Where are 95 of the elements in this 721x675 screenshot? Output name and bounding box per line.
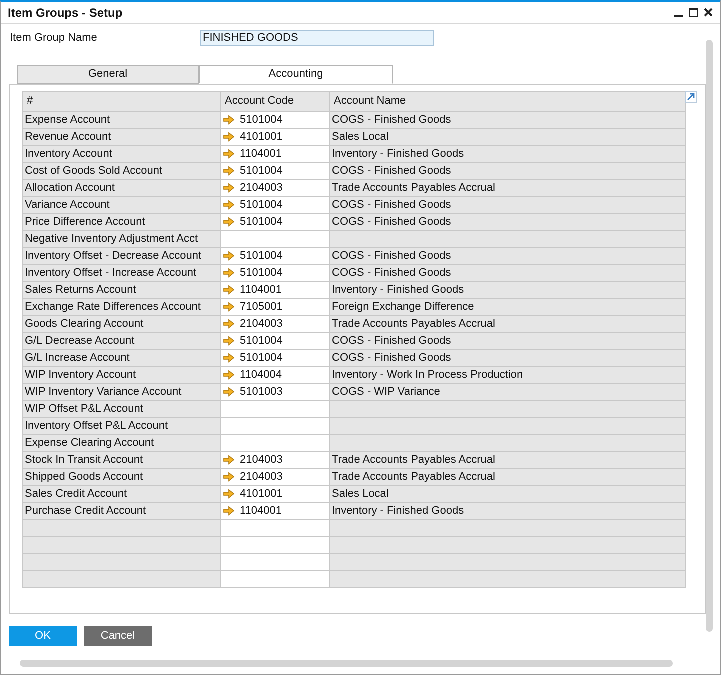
table-cell: Goods Clearing Account [23, 316, 221, 333]
link-arrow-icon[interactable] [223, 217, 235, 227]
table-cell-text: 5101004 [240, 164, 283, 179]
link-arrow-icon[interactable] [223, 370, 235, 380]
tab[interactable]: Accounting [199, 65, 393, 84]
table-cell-text: 5101004 [240, 215, 283, 230]
table-cell: WIP Inventory Account [23, 367, 221, 384]
table-cell: Inventory Offset P&L Account [23, 418, 221, 435]
table-cell: COGS - Finished Goods [332, 250, 452, 262]
table-cell: Sales Local [332, 131, 389, 143]
tab[interactable]: General [17, 65, 199, 84]
table-cell: Trade Accounts Payables Accrual [332, 471, 496, 483]
table-cell-text: 1104001 [240, 504, 282, 519]
table-cell: COGS - Finished Goods [332, 199, 452, 211]
table-cell: Sales Credit Account [23, 486, 221, 503]
table-cell-text: 5101004 [240, 249, 283, 264]
table-cell-text: 5101004 [240, 266, 283, 281]
link-arrow-icon[interactable] [223, 285, 235, 295]
table-cell-text: 5101003 [240, 385, 283, 400]
table-cell: Revenue Account [23, 129, 221, 146]
table-cell: Cost of Goods Sold Account [23, 163, 221, 180]
table-cell: Trade Accounts Payables Accrual [332, 182, 496, 194]
link-arrow-icon[interactable] [223, 387, 235, 397]
table-cell-text: 4101001 [240, 487, 283, 502]
table-cell: COGS - Finished Goods [332, 165, 452, 177]
table-cell: Price Difference Account [23, 214, 221, 231]
table-cell: Variance Account [23, 197, 221, 214]
table-cell: Exchange Rate Differences Account [23, 299, 221, 316]
link-arrow-icon[interactable] [223, 268, 235, 278]
table-cell-text: 1104001 [240, 283, 282, 298]
table-cell: Allocation Account [23, 180, 221, 197]
field-label: Item Group Name [9, 30, 98, 46]
table-cell: Purchase Credit Account [23, 503, 221, 520]
table-cell: Expense Account [23, 112, 221, 129]
table-cell: COGS - Finished Goods [332, 267, 452, 279]
link-arrow-icon[interactable] [223, 472, 235, 482]
table-cell: Stock In Transit Account [23, 452, 221, 469]
table-cell: WIP Offset P&L Account [23, 401, 221, 418]
table-cell: Inventory - Work In Process Production [332, 369, 524, 381]
table-cell: Shipped Goods Account [23, 469, 221, 486]
table-cell: COGS - Finished Goods [332, 216, 452, 228]
link-arrow-icon[interactable] [223, 302, 235, 312]
table-cell: Sales Local [332, 488, 389, 500]
horizontal-scrollbar[interactable] [20, 660, 673, 667]
table-cell: Inventory - Finished Goods [332, 505, 464, 517]
table-cell: Trade Accounts Payables Accrual [332, 318, 496, 330]
link-arrow-icon[interactable] [223, 319, 235, 329]
link-arrow-icon[interactable] [223, 506, 235, 516]
table-cell-text: 2104003 [240, 317, 283, 332]
item-group-name-field[interactable]: FINISHED GOODS [200, 30, 434, 46]
table-cell: Inventory - Finished Goods [332, 284, 464, 296]
table-cell: COGS - Finished Goods [332, 114, 452, 126]
table-cell-text: 4101001 [240, 130, 283, 145]
expand-icon[interactable] [685, 91, 697, 103]
table-cell-text: 2104003 [240, 470, 283, 485]
cancel-button[interactable]: Cancel [84, 626, 152, 646]
table-cell: G/L Increase Account [23, 350, 221, 367]
table-cell: Negative Inventory Adjustment Acct [23, 231, 221, 248]
table-cell-text: 7105001 [240, 300, 283, 315]
link-arrow-icon[interactable] [223, 336, 235, 346]
link-arrow-icon[interactable] [223, 200, 235, 210]
table-cell: Inventory Offset - Increase Account [23, 265, 221, 282]
table-cell: COGS - Finished Goods [332, 335, 452, 347]
close-icon[interactable] [704, 8, 713, 17]
link-arrow-icon[interactable] [223, 353, 235, 363]
link-arrow-icon[interactable] [223, 489, 235, 499]
link-arrow-icon[interactable] [223, 166, 235, 176]
link-arrow-icon[interactable] [223, 455, 235, 465]
window-title: Item Groups - Setup [8, 4, 123, 22]
link-arrow-icon[interactable] [223, 251, 235, 261]
table-cell: Inventory Account [23, 146, 221, 163]
table-cell-text: 2104003 [240, 181, 283, 196]
maximize-icon[interactable] [689, 8, 698, 17]
table-cell: COGS - Finished Goods [332, 352, 452, 364]
table-cell: WIP Inventory Variance Account [23, 384, 221, 401]
link-arrow-icon[interactable] [223, 149, 235, 159]
table-cell: Inventory - Finished Goods [332, 148, 464, 160]
table-cell: COGS - WIP Variance [332, 386, 440, 398]
table-cell-text: 2104003 [240, 453, 283, 468]
table-cell-text: 5101004 [240, 198, 283, 213]
table-cell: Sales Returns Account [23, 282, 221, 299]
table-cell: Expense Clearing Account [23, 435, 221, 452]
link-arrow-icon[interactable] [223, 115, 235, 125]
table-cell: G/L Decrease Account [23, 333, 221, 350]
table-cell-text: 1104004 [240, 368, 282, 383]
table-cell-text: 5101004 [240, 113, 283, 128]
link-arrow-icon[interactable] [223, 183, 235, 193]
table-cell: Foreign Exchange Difference [332, 301, 474, 313]
table-cell: Inventory Offset - Decrease Account [23, 248, 221, 265]
table-cell-text: 1104001 [240, 147, 282, 162]
table-cell-text: 5101004 [240, 334, 283, 349]
link-arrow-icon[interactable] [223, 132, 235, 142]
table-cell: Trade Accounts Payables Accrual [332, 454, 496, 466]
table-cell-text: 5101004 [240, 351, 283, 366]
vertical-scrollbar[interactable] [706, 40, 713, 632]
